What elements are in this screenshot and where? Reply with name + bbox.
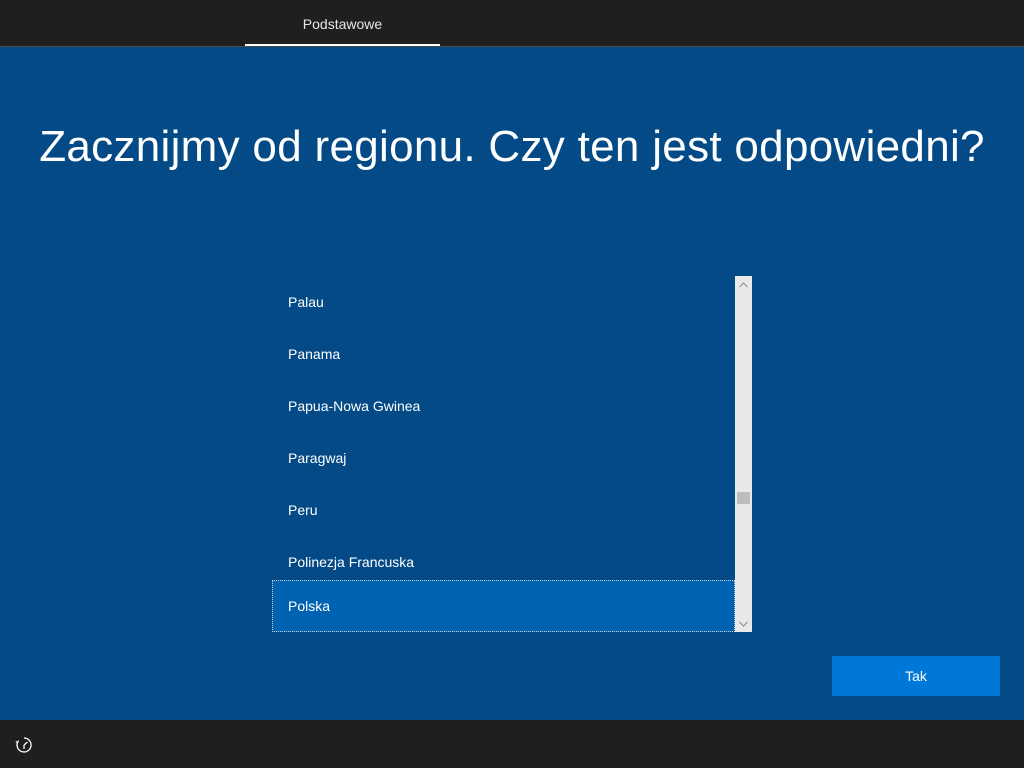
- chevron-up-icon[interactable]: [735, 276, 752, 293]
- chevron-down-icon[interactable]: [735, 615, 752, 632]
- page-title: Zacznijmy od regionu. Czy ten jest odpow…: [39, 122, 985, 171]
- region-list[interactable]: Palau Panama Papua-Nowa Gwinea Paragwaj …: [272, 276, 752, 632]
- tak-button[interactable]: Tak: [832, 656, 1000, 696]
- list-item-paragwaj[interactable]: Paragwaj: [272, 432, 735, 484]
- list-item-panama[interactable]: Panama: [272, 328, 735, 380]
- list-item-peru[interactable]: Peru: [272, 484, 735, 536]
- ease-of-access-icon[interactable]: [14, 735, 34, 755]
- list-item-palau[interactable]: Palau: [272, 276, 735, 328]
- list-item-papua-nowa-gwinea[interactable]: Papua-Nowa Gwinea: [272, 380, 735, 432]
- region-list-scrollbar[interactable]: [735, 276, 752, 632]
- scrollbar-thumb[interactable]: [737, 492, 750, 504]
- tab-podstawowe[interactable]: Podstawowe: [245, 0, 440, 47]
- top-bar: Podstawowe: [0, 0, 1024, 47]
- list-item-polska-selected[interactable]: Polska: [272, 580, 735, 632]
- tab-active-indicator: [245, 44, 440, 46]
- region-list-items: Palau Panama Papua-Nowa Gwinea Paragwaj …: [272, 276, 735, 632]
- bottom-bar: [0, 720, 1024, 768]
